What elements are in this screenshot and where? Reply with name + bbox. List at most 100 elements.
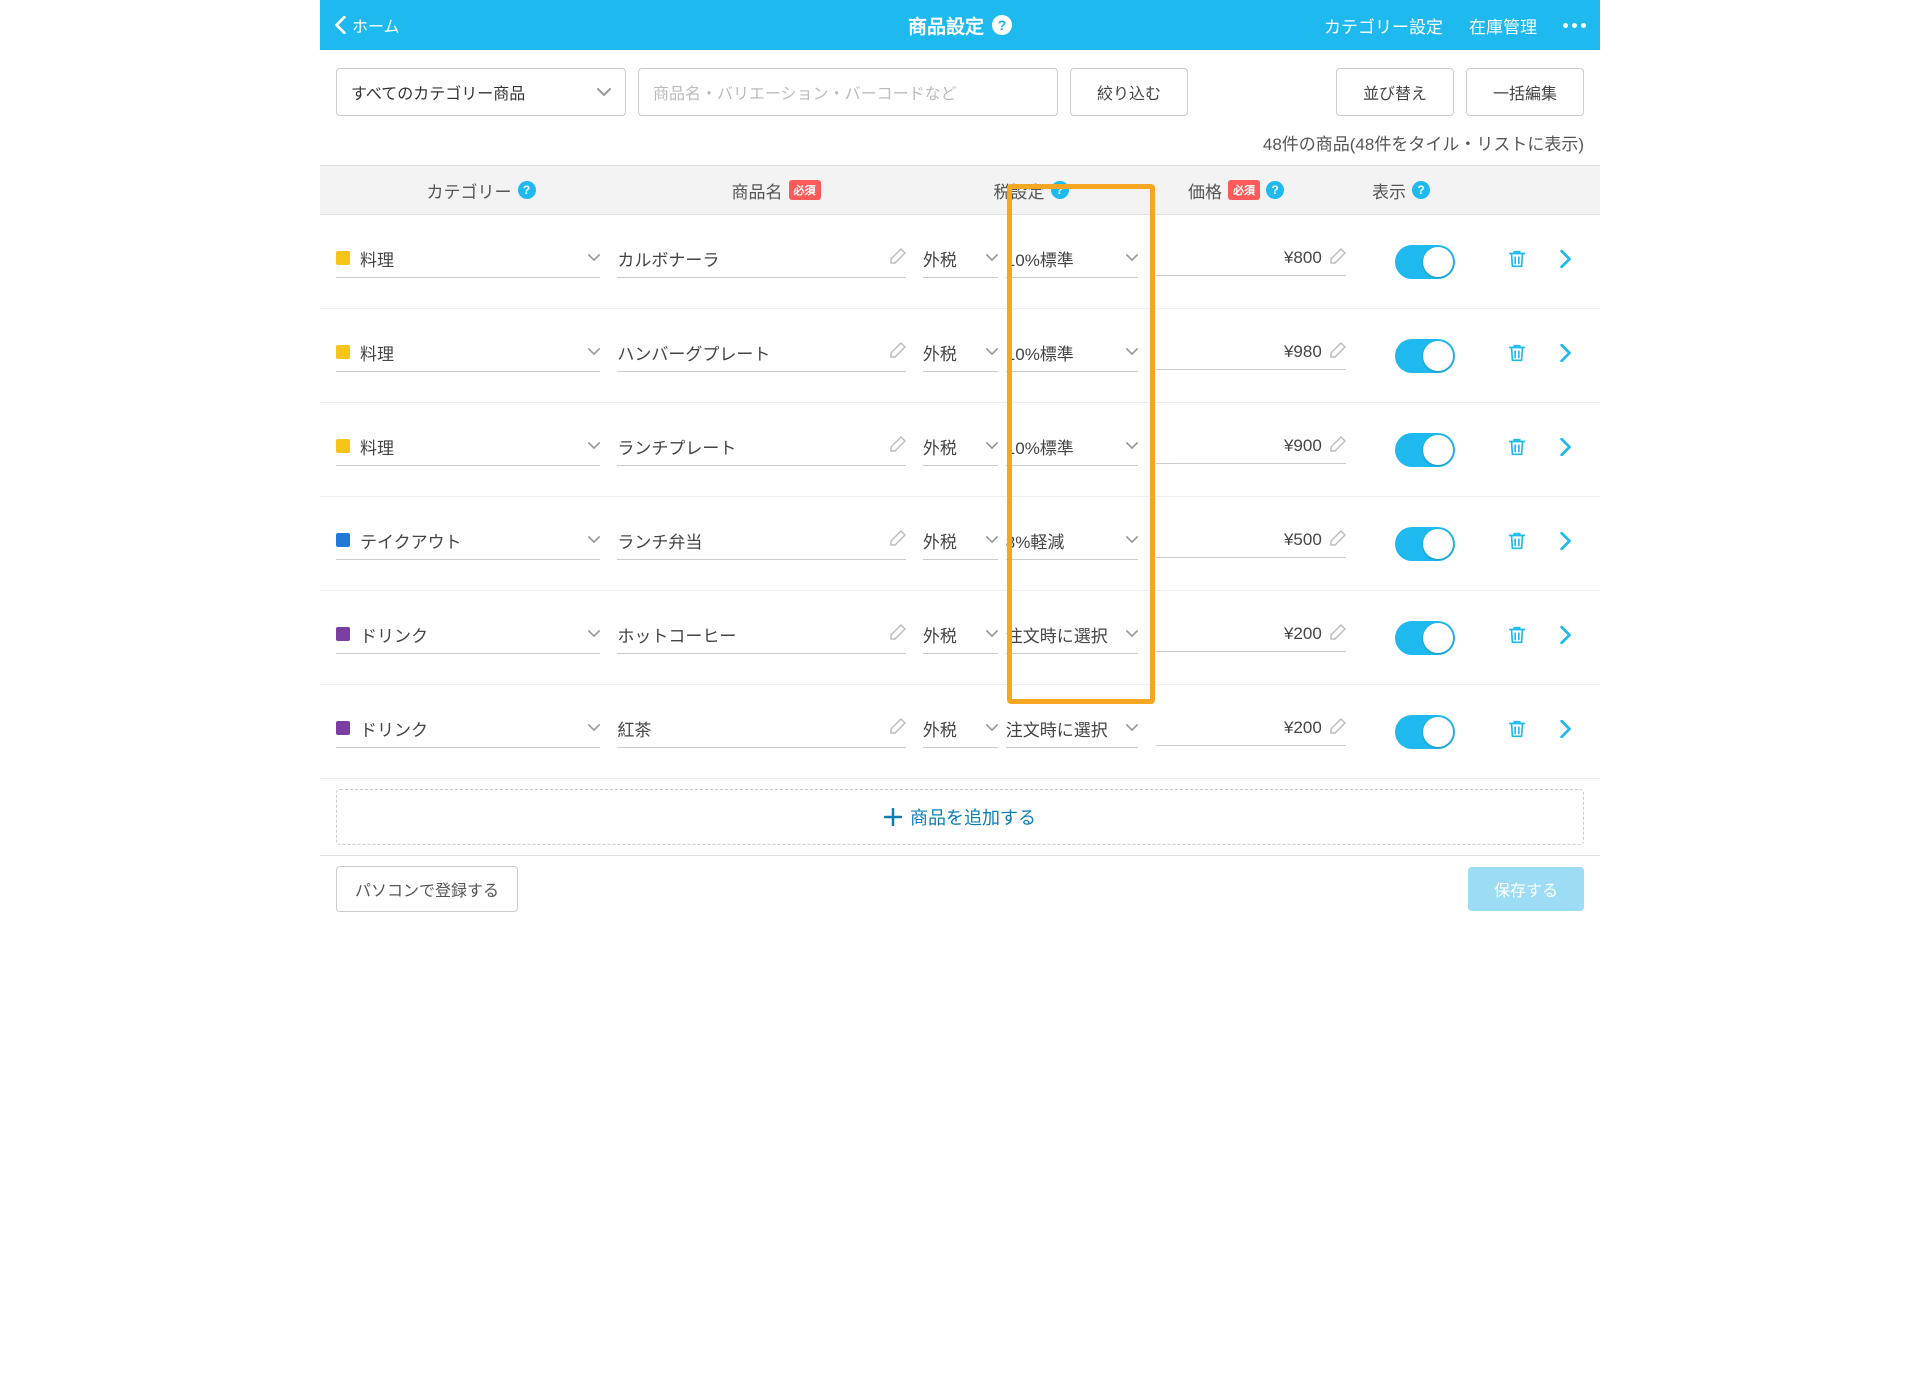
category-select[interactable]: 料理 <box>336 340 600 372</box>
chevron-down-icon <box>588 719 600 737</box>
nav-category-settings[interactable]: カテゴリー設定 <box>1324 13 1443 38</box>
chevron-down-icon <box>986 625 998 643</box>
save-button[interactable]: 保存する <box>1468 867 1584 911</box>
table-header: カテゴリー? 商品名必須 税設定? 価格必須? 表示? <box>320 165 1600 215</box>
chevron-down-icon <box>597 87 611 97</box>
category-select[interactable]: テイクアウト <box>336 528 600 560</box>
chevron-down-icon <box>986 249 998 267</box>
tax-type-select[interactable]: 外税 <box>923 434 998 466</box>
filter-row: すべてのカテゴリー商品 商品名・バリエーション・バーコードなど 絞り込む 並び替… <box>320 50 1600 130</box>
delete-button[interactable] <box>1506 529 1528 558</box>
pc-register-button[interactable]: パソコンで登録する <box>336 866 518 912</box>
chevron-down-icon <box>986 719 998 737</box>
display-toggle[interactable] <box>1395 339 1455 373</box>
row-detail-button[interactable] <box>1559 344 1571 367</box>
add-product-button[interactable]: 商品を追加する <box>336 789 1584 845</box>
help-icon[interactable]: ? <box>992 15 1012 35</box>
table-row: テイクアウト ランチ弁当 外税 8%軽減 <box>320 497 1600 591</box>
chevron-down-icon <box>588 249 600 267</box>
back-button[interactable]: ホーム <box>334 13 400 37</box>
tax-rate-select[interactable]: 10%標準 <box>1006 434 1139 466</box>
pencil-icon <box>1330 342 1346 363</box>
product-name-input[interactable]: 紅茶 <box>617 716 905 748</box>
product-name-input[interactable]: カルボナーラ <box>617 246 905 278</box>
product-name-input[interactable]: ハンバーグプレート <box>617 340 905 372</box>
tax-type-select[interactable]: 外税 <box>923 622 998 654</box>
category-select[interactable]: 料理 <box>336 434 600 466</box>
pencil-icon <box>890 718 906 739</box>
chevron-down-icon <box>588 531 600 549</box>
display-toggle[interactable] <box>1395 621 1455 655</box>
display-toggle[interactable] <box>1395 245 1455 279</box>
search-input[interactable]: 商品名・バリエーション・バーコードなど <box>638 68 1058 116</box>
display-toggle[interactable] <box>1395 715 1455 749</box>
price-input[interactable]: ¥200 <box>1156 624 1346 652</box>
price-input[interactable]: ¥900 <box>1156 436 1346 464</box>
pencil-icon <box>1330 718 1346 739</box>
table-body: 料理 カルボナーラ 外税 10%標準 ¥8 <box>320 215 1600 779</box>
help-icon[interactable]: ? <box>518 181 536 199</box>
category-filter-select[interactable]: すべてのカテゴリー商品 <box>336 68 626 116</box>
display-toggle[interactable] <box>1395 433 1455 467</box>
delete-button[interactable] <box>1506 341 1528 370</box>
product-name-input[interactable]: ホットコーヒー <box>617 622 905 654</box>
required-badge: 必須 <box>1228 180 1260 200</box>
chevron-down-icon <box>1126 437 1138 455</box>
chevron-down-icon <box>986 343 998 361</box>
chevron-down-icon <box>1126 249 1138 267</box>
category-select[interactable]: ドリンク <box>336 622 600 654</box>
result-count: 48件の商品(48件をタイル・リストに表示) <box>320 130 1600 165</box>
category-select[interactable]: 料理 <box>336 246 600 278</box>
table-row: 料理 カルボナーラ 外税 10%標準 ¥8 <box>320 215 1600 309</box>
chevron-down-icon <box>1126 531 1138 549</box>
pencil-icon <box>890 342 906 363</box>
pencil-icon <box>1330 248 1346 269</box>
delete-button[interactable] <box>1506 623 1528 652</box>
required-badge: 必須 <box>789 180 821 200</box>
footer: パソコンで登録する 保存する <box>320 855 1600 921</box>
delete-button[interactable] <box>1506 717 1528 746</box>
tax-rate-select[interactable]: 注文時に選択 <box>1006 622 1139 654</box>
product-name-input[interactable]: ランチ弁当 <box>617 528 905 560</box>
table-row: ドリンク ホットコーヒー 外税 注文時に選択 <box>320 591 1600 685</box>
table-row: 料理 ハンバーグプレート 外税 10%標準 <box>320 309 1600 403</box>
chevron-down-icon <box>1126 719 1138 737</box>
tax-rate-select[interactable]: 10%標準 <box>1006 246 1139 278</box>
chevron-down-icon <box>588 343 600 361</box>
chevron-down-icon <box>986 437 998 455</box>
page-title: 商品設定 ? <box>908 12 1012 39</box>
price-input[interactable]: ¥800 <box>1156 248 1346 276</box>
sort-button[interactable]: 並び替え <box>1336 68 1454 116</box>
chevron-down-icon <box>588 437 600 455</box>
more-icon[interactable] <box>1563 23 1586 28</box>
price-input[interactable]: ¥980 <box>1156 342 1346 370</box>
row-detail-button[interactable] <box>1559 532 1571 555</box>
category-select[interactable]: ドリンク <box>336 716 600 748</box>
row-detail-button[interactable] <box>1559 720 1571 743</box>
price-input[interactable]: ¥200 <box>1156 718 1346 746</box>
row-detail-button[interactable] <box>1559 626 1571 649</box>
tax-type-select[interactable]: 外税 <box>923 340 998 372</box>
tax-type-select[interactable]: 外税 <box>923 716 998 748</box>
display-toggle[interactable] <box>1395 527 1455 561</box>
filter-button[interactable]: 絞り込む <box>1070 68 1188 116</box>
tax-rate-select[interactable]: 8%軽減 <box>1006 528 1139 560</box>
tax-type-select[interactable]: 外税 <box>923 246 998 278</box>
tax-rate-select[interactable]: 10%標準 <box>1006 340 1139 372</box>
tax-rate-select[interactable]: 注文時に選択 <box>1006 716 1139 748</box>
row-detail-button[interactable] <box>1559 438 1571 461</box>
plus-icon <box>884 808 902 826</box>
chevron-down-icon <box>588 625 600 643</box>
price-input[interactable]: ¥500 <box>1156 530 1346 558</box>
delete-button[interactable] <box>1506 247 1528 276</box>
chevron-down-icon <box>986 531 998 549</box>
tax-type-select[interactable]: 外税 <box>923 528 998 560</box>
bulk-edit-button[interactable]: 一括編集 <box>1466 68 1584 116</box>
row-detail-button[interactable] <box>1559 250 1571 273</box>
help-icon[interactable]: ? <box>1412 181 1430 199</box>
delete-button[interactable] <box>1506 435 1528 464</box>
product-name-input[interactable]: ランチプレート <box>617 434 905 466</box>
nav-inventory[interactable]: 在庫管理 <box>1469 13 1537 38</box>
help-icon[interactable]: ? <box>1266 181 1284 199</box>
help-icon[interactable]: ? <box>1051 181 1069 199</box>
